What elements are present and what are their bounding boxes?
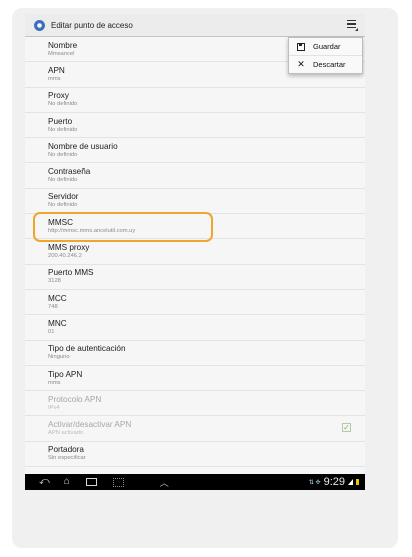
- apn-enabled-checkbox[interactable]: ✓: [342, 423, 351, 433]
- save-menu-item[interactable]: Guardar: [289, 38, 362, 55]
- clock: 9:29: [323, 476, 345, 488]
- setting-value: 748: [48, 303, 58, 310]
- setting-value: 01: [48, 328, 55, 335]
- setting-value: APN activado: [48, 430, 84, 437]
- setting-row-mms-port[interactable]: Puerto MMS 3128: [25, 265, 365, 290]
- setting-title: MMS proxy: [48, 243, 90, 253]
- overflow-menu: Guardar ✕ Descartar: [288, 37, 363, 74]
- settings-list: Nombre Mmsancel APN mms Proxy No definid…: [25, 37, 365, 468]
- setting-value: 200.40.246.2: [48, 253, 82, 260]
- setting-value: Ninguno: [48, 354, 70, 361]
- apn-settings-icon[interactable]: [34, 19, 45, 31]
- screenshot-icon[interactable]: [112, 477, 124, 487]
- screen: Editar punto de acceso Guardar ✕ Descart…: [25, 14, 365, 490]
- setting-title: Tipo de autenticación: [48, 344, 126, 354]
- setting-title: MNC: [48, 318, 67, 328]
- home-icon[interactable]: ⌂: [64, 474, 70, 490]
- action-bar: Editar punto de acceso: [25, 14, 365, 37]
- save-icon: [295, 42, 307, 52]
- setting-value: IPv4: [48, 404, 60, 411]
- setting-title: MCC: [48, 293, 67, 303]
- back-icon[interactable]: ⤺: [39, 474, 50, 490]
- setting-value: No definido: [48, 101, 78, 108]
- setting-row-puerto[interactable]: Puerto No definido: [25, 113, 365, 139]
- setting-value: Sin especificar: [48, 455, 86, 462]
- setting-title: Nombre de usuario: [48, 141, 118, 151]
- setting-row-mnc[interactable]: MNC 01: [25, 315, 365, 341]
- setting-value: No definido: [48, 202, 78, 209]
- sync-usb-icon: ⇅ ✣: [308, 479, 321, 486]
- signal-icon: [348, 479, 353, 485]
- overflow-menu-icon[interactable]: [343, 16, 359, 32]
- setting-value: No definido: [48, 126, 78, 133]
- setting-value: mms: [48, 379, 61, 386]
- setting-row-apn-type[interactable]: Tipo APN mms: [25, 366, 365, 392]
- setting-title: Proxy: [48, 91, 69, 101]
- setting-value: 3128: [48, 278, 61, 285]
- setting-row-bearer[interactable]: Portadora Sin especificar: [25, 442, 365, 468]
- setting-value: mms: [48, 75, 61, 82]
- setting-title: Activar/desactivar APN: [48, 420, 132, 430]
- save-label: Guardar: [313, 42, 341, 51]
- setting-row-mmsc[interactable]: MMSC http://mmsc.mms.ancelutil.com.uy: [25, 214, 365, 240]
- setting-title: Contraseña: [48, 167, 91, 177]
- battery-icon: [356, 479, 359, 485]
- setting-title: Puerto MMS: [48, 268, 94, 278]
- setting-title: Protocolo APN: [48, 394, 102, 404]
- setting-row-username[interactable]: Nombre de usuario No definido: [25, 138, 365, 164]
- setting-row-password[interactable]: Contraseña No definido: [25, 163, 365, 189]
- setting-title: Portadora: [48, 445, 84, 455]
- setting-row-mms-proxy[interactable]: MMS proxy 200.40.246.2: [25, 239, 365, 265]
- setting-title: Servidor: [48, 192, 79, 202]
- setting-row-mcc[interactable]: MCC 748: [25, 290, 365, 316]
- system-navigation-bar: ⤺ ⌂ ︿ ⇅ ✣ 9:29: [25, 474, 365, 490]
- setting-title: Puerto: [48, 116, 73, 126]
- chevron-up-icon[interactable]: ︿: [160, 476, 169, 489]
- setting-value: No definido: [48, 151, 78, 158]
- discard-menu-item[interactable]: ✕ Descartar: [289, 55, 362, 73]
- setting-value: http://mmsc.mms.ancelutil.com.uy: [48, 227, 136, 234]
- recent-apps-icon[interactable]: [85, 478, 97, 486]
- page-title: Editar punto de acceso: [51, 20, 133, 30]
- setting-row-auth-type[interactable]: Tipo de autenticación Ninguno: [25, 341, 365, 366]
- setting-title: Tipo APN: [48, 369, 83, 379]
- setting-title: MMSC: [48, 217, 74, 227]
- setting-value: No definido: [48, 177, 78, 184]
- setting-row-apn-protocol: Protocolo APN IPv4: [25, 391, 365, 417]
- setting-row-proxy[interactable]: Proxy No definido: [25, 88, 365, 113]
- discard-label: Descartar: [313, 60, 346, 69]
- setting-row-server[interactable]: Servidor No definido: [25, 189, 365, 215]
- close-icon: ✕: [297, 59, 305, 69]
- status-area[interactable]: ⇅ ✣ 9:29: [309, 476, 359, 488]
- setting-row-apn-toggle: Activar/desactivar APN APN activado ✓: [25, 416, 365, 442]
